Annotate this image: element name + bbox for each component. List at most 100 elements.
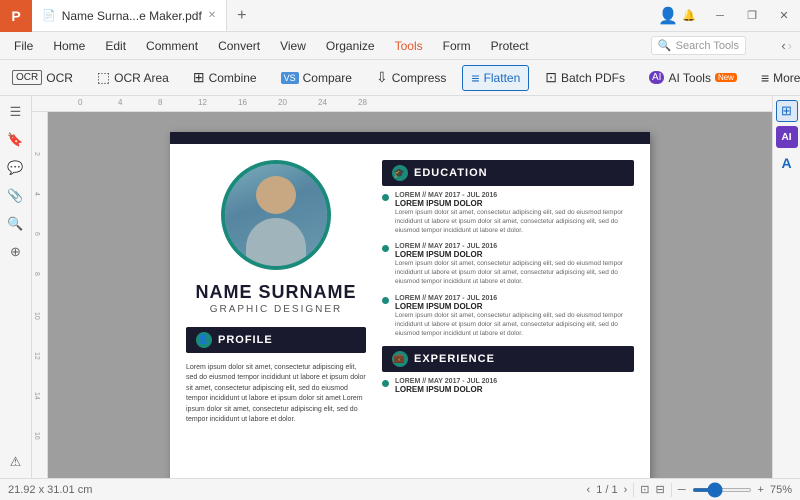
- ruler-h-ticks: 0 4 8 12 16 20 24 28: [32, 96, 772, 111]
- tab-close-button[interactable]: ✕: [208, 10, 216, 21]
- toolbar: OCR OCR ⬚ OCR Area ⊞ Combine VS Compare …: [0, 60, 800, 96]
- main-area: ☰ 🔖 💬 📎 🔍 ⊕ ⚠ 0 4 8 12 16 20 24 28 2 4: [0, 96, 800, 478]
- flatten-button[interactable]: ≡ Flatten: [462, 65, 529, 91]
- batch-pdfs-button[interactable]: ⊡ Batch PDFs: [537, 65, 633, 90]
- person-job-title: GRAPHIC DESIGNER: [195, 304, 356, 315]
- combine-button[interactable]: ⊞ Combine: [185, 65, 265, 90]
- pdf-top-bar: [170, 132, 650, 144]
- compress-button[interactable]: ⇩ Compress: [368, 65, 454, 90]
- menu-organize[interactable]: Organize: [316, 35, 385, 57]
- canvas-container[interactable]: NAME SURNAME GRAPHIC DESIGNER 👤 PROFILE …: [48, 112, 772, 478]
- close-button[interactable]: ✕: [768, 0, 800, 32]
- sidebar-attachment-icon[interactable]: 📎: [4, 184, 28, 208]
- right-panel-icon-1[interactable]: ⊞: [776, 100, 798, 122]
- batch-pdfs-icon: ⊡: [545, 69, 557, 86]
- person-body-shape: [246, 218, 306, 266]
- compare-label: Compare: [303, 71, 352, 85]
- exp-dot-1: [382, 380, 389, 387]
- edu-date-3: LOREM // MAY 2017 - JUL 2016: [395, 295, 634, 302]
- sidebar-thumbnail-icon[interactable]: ☰: [4, 100, 28, 124]
- vertical-ruler: 2 4 6 8 10 12 14 16: [32, 112, 48, 478]
- search-placeholder: Search Tools: [676, 40, 739, 52]
- compare-icon: VS: [281, 72, 299, 84]
- right-panel-icon-2[interactable]: AI: [776, 126, 798, 148]
- profile-section-icon: 👤: [196, 332, 212, 348]
- menu-tools[interactable]: Tools: [385, 35, 433, 57]
- compress-icon: ⇩: [376, 69, 388, 86]
- ocr-area-button[interactable]: ⬚ OCR Area: [89, 65, 177, 90]
- person-head-shape: [256, 176, 296, 214]
- profile-label: PROFILE: [218, 334, 273, 346]
- education-section: 🎓 EDUCATION LOREM // MAY 2017 - JUL 2016…: [382, 160, 634, 338]
- menu-view[interactable]: View: [270, 35, 316, 57]
- menu-back-button[interactable]: ‹: [781, 38, 785, 53]
- menu-forward-button[interactable]: ›: [788, 38, 792, 53]
- edu-content-1: LOREM // MAY 2017 - JUL 2016 LOREM IPSUM…: [395, 192, 634, 235]
- prev-page-button[interactable]: ‹: [587, 484, 591, 496]
- new-tab-button[interactable]: +: [227, 7, 256, 25]
- zoom-out-icon[interactable]: ─: [678, 484, 686, 496]
- compare-button[interactable]: VS Compare: [273, 67, 360, 89]
- next-page-button[interactable]: ›: [624, 484, 628, 496]
- restore-button[interactable]: ❐: [736, 0, 768, 32]
- edu-dot-1: [382, 194, 389, 201]
- menu-edit[interactable]: Edit: [95, 35, 136, 57]
- edu-item-2: LOREM // MAY 2017 - JUL 2016 LOREM IPSUM…: [382, 243, 634, 286]
- menu-file[interactable]: File: [4, 35, 43, 57]
- window-controls: ─ ❐ ✕: [704, 0, 800, 32]
- ocr-area-label: OCR Area: [114, 71, 169, 85]
- tab-title: Name Surna...e Maker.pdf: [62, 9, 202, 23]
- sidebar-warning-icon[interactable]: ⚠: [4, 450, 28, 474]
- page-info: 1 / 1: [596, 484, 617, 496]
- flatten-icon: ≡: [471, 70, 479, 86]
- profile-section-header: 👤 PROFILE: [186, 327, 366, 353]
- pdf-content: NAME SURNAME GRAPHIC DESIGNER 👤 PROFILE …: [170, 144, 650, 446]
- menubar: File Home Edit Comment Convert View Orga…: [0, 32, 800, 60]
- combine-icon: ⊞: [193, 69, 205, 86]
- menu-convert[interactable]: Convert: [208, 35, 270, 57]
- sidebar-search-icon[interactable]: 🔍: [4, 212, 28, 236]
- left-sidebar: ☰ 🔖 💬 📎 🔍 ⊕ ⚠: [0, 96, 32, 478]
- education-section-header: 🎓 EDUCATION: [382, 160, 634, 186]
- statusbar: 21.92 x 31.01 cm ‹ 1 / 1 › ⊡ ⊟ ─ + 75%: [0, 478, 800, 500]
- person-name: NAME SURNAME: [195, 282, 356, 304]
- ai-tools-button[interactable]: AI AI Tools New: [641, 67, 745, 89]
- search-tools-box[interactable]: 🔍 Search Tools: [651, 36, 746, 55]
- document-tab[interactable]: 📄 Name Surna...e Maker.pdf ✕: [32, 0, 227, 31]
- minimize-button[interactable]: ─: [704, 0, 736, 32]
- more-icon: ≡: [761, 70, 769, 86]
- app-icon-letter: P: [11, 8, 20, 24]
- compress-label: Compress: [392, 71, 447, 85]
- photo-placeholder: [225, 164, 327, 266]
- fit-width-icon[interactable]: ⊟: [656, 483, 665, 496]
- edu-desc-1: Lorem ipsum dolor sit amet, consectetur …: [395, 208, 634, 235]
- menu-home[interactable]: Home: [43, 35, 95, 57]
- flatten-label: Flatten: [484, 71, 521, 85]
- exp-date-1: LOREM // MAY 2017 - JUL 2016: [395, 378, 497, 385]
- profile-photo-circle: [221, 160, 331, 270]
- menu-protect[interactable]: Protect: [481, 35, 539, 57]
- edu-date-1: LOREM // MAY 2017 - JUL 2016: [395, 192, 634, 199]
- more-button[interactable]: ≡ More ▾: [753, 66, 800, 90]
- edu-desc-3: Lorem ipsum dolor sit amet, consectetur …: [395, 311, 634, 338]
- statusbar-right: ‹ 1 / 1 › ⊡ ⊟ ─ + 75%: [587, 483, 792, 497]
- zoom-slider[interactable]: [692, 488, 752, 492]
- user-icons-area: 👤 🔔: [650, 6, 704, 26]
- zoom-in-icon[interactable]: +: [758, 484, 764, 496]
- exp-item-1: LOREM // MAY 2017 - JUL 2016 LOREM IPSUM…: [382, 378, 634, 394]
- education-label: EDUCATION: [414, 167, 488, 179]
- exp-title-1: LOREM IPSUM DOLOR: [395, 385, 497, 394]
- fit-page-icon[interactable]: ⊡: [640, 483, 649, 496]
- sidebar-comment-icon[interactable]: 💬: [4, 156, 28, 180]
- right-sidebar: ⊞ AI A: [772, 96, 800, 478]
- edu-content-3: LOREM // MAY 2017 - JUL 2016 LOREM IPSUM…: [395, 295, 634, 338]
- experience-section-icon: 💼: [392, 351, 408, 367]
- search-icon: 🔍: [658, 39, 672, 52]
- right-panel-icon-3[interactable]: A: [776, 152, 798, 174]
- sidebar-layers-icon[interactable]: ⊕: [4, 240, 28, 264]
- exp-content-1: LOREM // MAY 2017 - JUL 2016 LOREM IPSUM…: [395, 378, 497, 394]
- ocr-button[interactable]: OCR OCR: [4, 66, 81, 89]
- sidebar-bookmark-icon[interactable]: 🔖: [4, 128, 28, 152]
- menu-comment[interactable]: Comment: [136, 35, 208, 57]
- menu-form[interactable]: Form: [433, 35, 481, 57]
